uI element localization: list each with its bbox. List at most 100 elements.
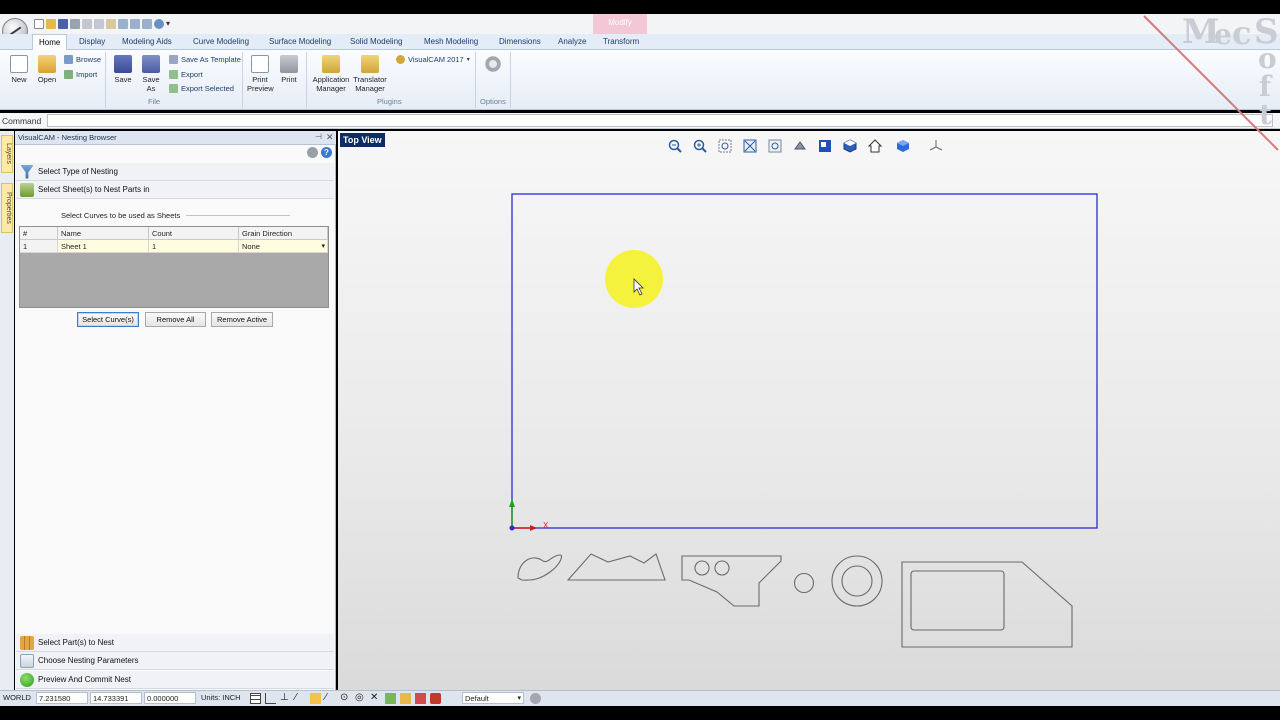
cell-count[interactable]: 1 bbox=[149, 240, 239, 253]
nest-part-large-plate[interactable] bbox=[901, 561, 1073, 648]
save-as-template-button[interactable]: Save As Template bbox=[169, 55, 241, 64]
application-manager-button[interactable]: Application Manager bbox=[310, 55, 352, 93]
endpoint-snap-icon[interactable]: ⁄ bbox=[325, 692, 336, 704]
print-label: Print bbox=[281, 75, 297, 84]
layer-icon[interactable] bbox=[415, 692, 426, 704]
group-label-options: Options bbox=[480, 97, 506, 106]
x-coordinate-field[interactable]: 7.231580 bbox=[36, 692, 88, 704]
folder-icon[interactable] bbox=[400, 692, 411, 704]
pin-icon[interactable]: ⊣ bbox=[315, 132, 322, 141]
chevron-down-icon[interactable]: ▾ bbox=[321, 240, 325, 253]
tangent-snap-icon[interactable] bbox=[310, 692, 321, 704]
x-axis-label: X bbox=[543, 521, 549, 530]
tab-modeling-aids[interactable]: Modeling Aids bbox=[122, 34, 172, 50]
ortho-snap-icon[interactable] bbox=[265, 692, 276, 704]
cut-icon[interactable] bbox=[82, 19, 92, 29]
context-tab-modify[interactable]: Modify bbox=[593, 14, 647, 34]
save-as-button[interactable]: Save As bbox=[140, 55, 162, 93]
print-icon bbox=[280, 55, 298, 73]
save-button[interactable]: Save bbox=[112, 55, 134, 84]
new-file-icon[interactable] bbox=[34, 19, 44, 29]
copy-icon[interactable] bbox=[94, 19, 104, 29]
nest-part-notched-plate[interactable] bbox=[566, 553, 666, 581]
side-tab-layers[interactable]: Layers bbox=[1, 135, 13, 173]
column-header-grain-direction[interactable]: Grain Direction bbox=[239, 227, 328, 240]
step-select-type-of-nesting[interactable]: Select Type of Nesting bbox=[16, 163, 334, 181]
open-button[interactable]: Open bbox=[35, 55, 59, 84]
gear-icon[interactable] bbox=[530, 693, 541, 704]
tab-transform[interactable]: Transform bbox=[603, 34, 639, 50]
ribbon-separator bbox=[306, 52, 307, 108]
refresh-icon[interactable] bbox=[154, 19, 164, 29]
tab-dimensions[interactable]: Dimensions bbox=[499, 34, 541, 50]
side-tab-properties[interactable]: Properties bbox=[1, 183, 13, 233]
filter-icon[interactable] bbox=[385, 692, 396, 704]
select-curves-button[interactable]: Select Curve(s) bbox=[77, 312, 139, 327]
options-button[interactable] bbox=[482, 55, 504, 75]
layer-select[interactable]: Default ▾ bbox=[462, 692, 524, 704]
column-header-number[interactable]: # bbox=[20, 227, 58, 240]
nest-part-s-curve[interactable] bbox=[517, 554, 563, 581]
print-button[interactable]: Print bbox=[278, 55, 300, 84]
tab-curve-modeling[interactable]: Curve Modeling bbox=[193, 34, 249, 50]
units-label[interactable]: Units: INCH bbox=[201, 693, 241, 702]
column-header-count[interactable]: Count bbox=[149, 227, 239, 240]
step-select-sheets[interactable]: Select Sheet(s) to Nest Parts in bbox=[16, 181, 334, 199]
undo-icon[interactable] bbox=[118, 19, 128, 29]
tab-mesh-modeling[interactable]: Mesh Modeling bbox=[424, 34, 478, 50]
step-preview-commit[interactable]: Preview And Commit Nest bbox=[16, 671, 334, 689]
save-icon[interactable] bbox=[58, 19, 68, 29]
tab-analyze[interactable]: Analyze bbox=[558, 34, 586, 50]
section-divider bbox=[186, 215, 290, 216]
cell-number[interactable]: 1 bbox=[20, 240, 58, 253]
ribbon-panel: New Open Browse Import Save Save As Save… bbox=[0, 50, 1280, 110]
new-label: New bbox=[11, 75, 27, 84]
y-coordinate-field[interactable]: 14.733391 bbox=[90, 692, 142, 704]
export-selected-button[interactable]: Export Selected bbox=[169, 84, 234, 93]
browse-button[interactable]: Browse bbox=[64, 55, 101, 64]
export-button[interactable]: Export bbox=[169, 70, 203, 79]
quadrant-snap-icon[interactable]: ◎ bbox=[355, 692, 366, 704]
center-snap-icon[interactable]: ⊙ bbox=[340, 692, 351, 704]
tab-solid-modeling[interactable]: Solid Modeling bbox=[350, 34, 402, 50]
cell-name[interactable]: Sheet 1 bbox=[58, 240, 149, 253]
normal-snap-icon[interactable]: ⊥ bbox=[280, 692, 291, 704]
step-label: Select Sheet(s) to Nest Parts in bbox=[38, 185, 150, 194]
customize-qat-icon[interactable]: ▾ bbox=[166, 19, 172, 29]
grain-direction-select[interactable]: None ▾ bbox=[239, 240, 328, 253]
chevron-down-icon[interactable]: ▾ bbox=[517, 693, 521, 705]
save-as-label-1: Save bbox=[142, 75, 160, 84]
step-select-parts[interactable]: Select Part(s) to Nest bbox=[16, 634, 334, 652]
settings-gear-icon[interactable] bbox=[307, 147, 318, 158]
print-icon[interactable] bbox=[70, 19, 80, 29]
nesting-sheet-rectangle[interactable] bbox=[511, 193, 1098, 529]
grid-snap-icon[interactable] bbox=[250, 692, 261, 704]
new-button[interactable]: New bbox=[7, 55, 31, 84]
remove-active-button[interactable]: Remove Active bbox=[211, 312, 273, 327]
import-button[interactable]: Import bbox=[64, 70, 97, 79]
tab-surface-modeling[interactable]: Surface Modeling bbox=[269, 34, 331, 50]
coordinate-system-label[interactable]: WORLD bbox=[3, 693, 31, 702]
step-nesting-parameters[interactable]: Choose Nesting Parameters bbox=[16, 652, 334, 670]
line-snap-icon[interactable]: ⁄ bbox=[295, 692, 306, 704]
help-icon[interactable]: ? bbox=[321, 147, 332, 158]
translator-manager-button[interactable]: Translator Manager bbox=[352, 55, 388, 93]
color-icon[interactable] bbox=[430, 692, 441, 704]
repeat-icon[interactable] bbox=[142, 19, 152, 29]
print-preview-icon bbox=[251, 55, 269, 73]
remove-all-button[interactable]: Remove All bbox=[145, 312, 206, 327]
command-input[interactable] bbox=[47, 114, 1273, 127]
tab-display[interactable]: Display bbox=[79, 34, 105, 50]
visualcam-dropdown[interactable]: VisualCAM 2017 ▾ bbox=[396, 55, 470, 64]
column-header-name[interactable]: Name bbox=[58, 227, 149, 240]
nest-part-washer-outer[interactable] bbox=[831, 555, 883, 607]
open-folder-icon[interactable] bbox=[46, 19, 56, 29]
redo-icon[interactable] bbox=[130, 19, 140, 29]
print-preview-button[interactable]: Print Preview bbox=[247, 55, 274, 93]
paste-icon[interactable] bbox=[106, 19, 116, 29]
z-coordinate-field[interactable]: 0.000000 bbox=[144, 692, 196, 704]
tab-home[interactable]: Home bbox=[32, 34, 68, 51]
close-icon[interactable]: ✕ bbox=[326, 132, 334, 143]
nest-part-small-disk[interactable] bbox=[793, 572, 815, 594]
intersection-snap-icon[interactable]: ✕ bbox=[370, 692, 381, 704]
